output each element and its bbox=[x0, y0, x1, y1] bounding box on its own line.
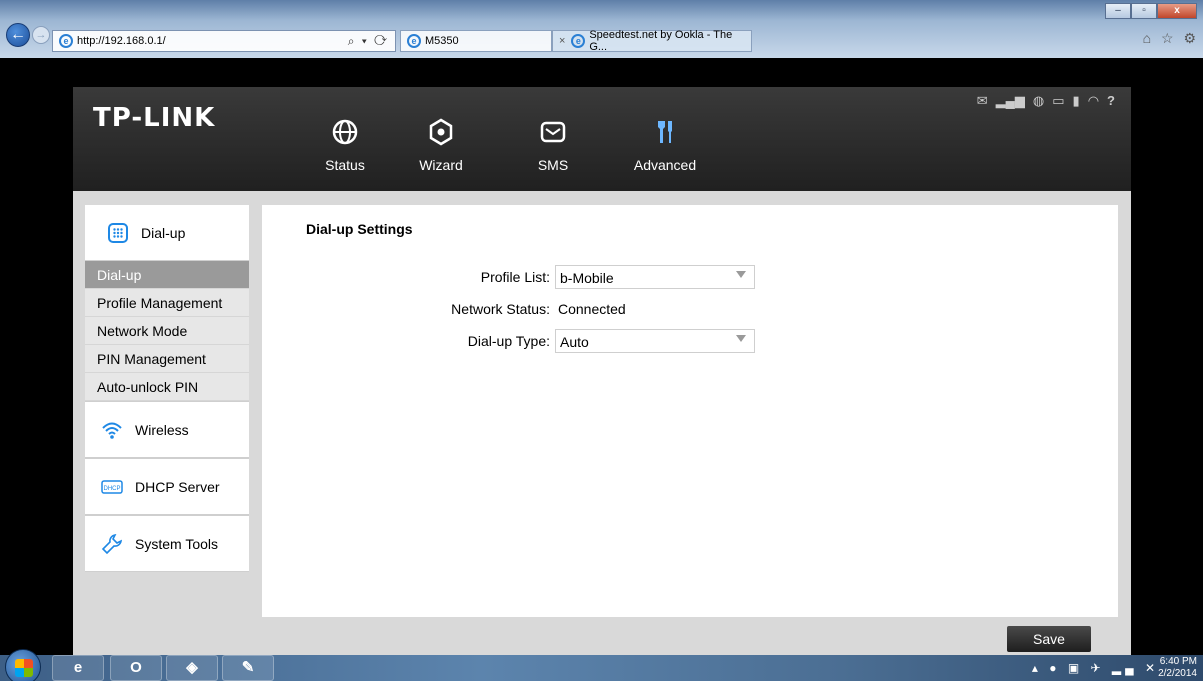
dialup-type-select[interactable]: Auto bbox=[555, 329, 755, 353]
wizard-icon bbox=[429, 118, 453, 146]
tab-speedtest[interactable]: × e Speedtest.net by Ookla - The G... bbox=[552, 29, 752, 53]
brand-logo: TP-LINK bbox=[93, 103, 216, 133]
envelope-icon: ✉ bbox=[976, 93, 988, 108]
nav-label: Wizard bbox=[419, 157, 463, 173]
globe-icon bbox=[332, 119, 358, 145]
help-icon[interactable]: ? bbox=[1107, 93, 1115, 109]
dialup-type-row: Dial-up Type: Auto bbox=[262, 329, 862, 353]
network-status-row: Network Status: Connected bbox=[262, 297, 862, 321]
status-icons: ✉ ▂▄▆ ◍ ▭ ▮ ◠ ? bbox=[977, 93, 1115, 109]
maximize-button[interactable]: ▫ bbox=[1131, 3, 1157, 19]
system-tray[interactable]: ▴ ● ▣ ✈ ▂▄ ✕ bbox=[1032, 661, 1159, 675]
nav-label: Advanced bbox=[633, 157, 697, 173]
dialup-type-value: Auto bbox=[560, 334, 589, 350]
tab-title: M5350 bbox=[425, 35, 459, 47]
nav-label: Status bbox=[325, 157, 365, 173]
router-header: TP-LINK ✉ ▂▄▆ ◍ ▭ ▮ ◠ ? Status Wizard SM… bbox=[73, 87, 1131, 191]
sidebar-item-network-mode[interactable]: Network Mode bbox=[85, 317, 249, 345]
start-button[interactable] bbox=[5, 649, 41, 681]
tools-icon bbox=[658, 121, 672, 143]
address-url: http://192.168.0.1/ bbox=[77, 35, 166, 47]
signal-icon: ▂▄▆ bbox=[995, 93, 1025, 108]
content-area: Dial-up Dial-up Profile Management Netwo… bbox=[73, 191, 1131, 657]
windows-logo-icon bbox=[15, 659, 33, 677]
nav-label: SMS bbox=[537, 157, 569, 173]
sidebar-group-label: Dial-up bbox=[141, 224, 186, 241]
sidebar-item-dialup[interactable]: Dial-up bbox=[85, 261, 249, 289]
envelope-icon bbox=[540, 121, 566, 143]
wifi-icon: ◠ bbox=[1087, 93, 1100, 108]
close-window-button[interactable]: x bbox=[1157, 3, 1197, 19]
screen: ← → e http://192.168.0.1/ ⌕ ▾ ⟳ e M5350 … bbox=[0, 0, 1203, 681]
main-panel: Dial-up Settings Profile List: b-Mobile … bbox=[262, 205, 1118, 617]
taskbar-ie-icon[interactable]: e bbox=[52, 655, 104, 681]
sidebar-group-label: Wireless bbox=[135, 421, 189, 438]
clock-date: 2/2/2014 bbox=[1158, 668, 1197, 679]
taskbar-outlook-icon[interactable]: O bbox=[110, 655, 162, 681]
ie-tab-icon: e bbox=[407, 34, 421, 48]
sim-icon: ▮ bbox=[1072, 93, 1080, 108]
sidebar-group-dhcp-server[interactable]: DHCP DHCP Server bbox=[85, 458, 249, 515]
dhcp-icon: DHCP bbox=[101, 479, 123, 494]
ie-page-icon: e bbox=[59, 34, 73, 48]
profile-list-label: Profile List: bbox=[480, 269, 550, 285]
tab-m5350[interactable]: e M5350 bbox=[400, 30, 552, 52]
page-title: Dial-up Settings bbox=[306, 221, 413, 237]
ie-tab-icon: e bbox=[571, 34, 586, 48]
nav-advanced[interactable]: Advanced bbox=[609, 117, 721, 173]
sidebar-group-label: DHCP Server bbox=[135, 478, 220, 495]
sidebar-group-dialup[interactable]: Dial-up bbox=[85, 205, 249, 261]
sidebar-group-system-tools[interactable]: System Tools bbox=[85, 515, 249, 572]
save-button[interactable]: Save bbox=[1007, 626, 1091, 652]
window-controls: – ▫ x bbox=[1105, 3, 1197, 19]
clock[interactable]: 6:40 PM 2/2/2014 bbox=[1158, 656, 1197, 680]
wrench-icon bbox=[101, 533, 123, 554]
minimize-button[interactable]: – bbox=[1105, 3, 1131, 19]
close-tab-icon[interactable]: × bbox=[559, 35, 565, 47]
favorites-icons[interactable]: ⌂ ☆ ⚙ bbox=[1143, 30, 1199, 47]
tab-title: Speedtest.net by Ookla - The G... bbox=[589, 29, 733, 53]
network-status-label: Network Status: bbox=[451, 301, 550, 317]
dhcp-icon-text: DHCP bbox=[103, 486, 120, 492]
chevron-down-icon bbox=[736, 335, 746, 342]
sidebar-group-label: System Tools bbox=[135, 535, 218, 552]
chevron-down-icon bbox=[736, 271, 746, 278]
address-bar[interactable]: e http://192.168.0.1/ ⌕ ▾ ⟳ bbox=[52, 30, 396, 52]
battery-icon: ▭ bbox=[1052, 93, 1065, 108]
sidebar: Dial-up Dial-up Profile Management Netwo… bbox=[85, 205, 249, 572]
nav-sms[interactable]: SMS bbox=[497, 117, 609, 173]
taskbar-security-icon[interactable]: ◈ bbox=[166, 655, 218, 681]
forward-button[interactable]: → bbox=[32, 26, 50, 44]
clock-time: 6:40 PM bbox=[1159, 656, 1197, 667]
sidebar-item-pin-management[interactable]: PIN Management bbox=[85, 345, 249, 373]
network-status-value: Connected bbox=[558, 301, 626, 317]
nav-status[interactable]: Status bbox=[305, 117, 385, 173]
main-nav: Status Wizard SMS Advanced bbox=[305, 117, 721, 173]
profile-list-value: b-Mobile bbox=[560, 270, 614, 286]
browser-toolbar: ← → e http://192.168.0.1/ ⌕ ▾ ⟳ e M5350 … bbox=[0, 0, 1203, 58]
sidebar-group-wireless[interactable]: Wireless bbox=[85, 401, 249, 458]
back-button[interactable]: ← bbox=[6, 23, 30, 47]
profile-list-row: Profile List: b-Mobile bbox=[262, 265, 862, 289]
router-page: TP-LINK ✉ ▂▄▆ ◍ ▭ ▮ ◠ ? Status Wizard SM… bbox=[73, 87, 1131, 657]
nav-wizard[interactable]: Wizard bbox=[385, 117, 497, 173]
sidebar-item-auto-unlock-pin[interactable]: Auto-unlock PIN bbox=[85, 373, 249, 401]
profile-list-select[interactable]: b-Mobile bbox=[555, 265, 755, 289]
keypad-icon bbox=[108, 222, 128, 243]
wifi-icon bbox=[102, 422, 122, 439]
dialup-type-label: Dial-up Type: bbox=[467, 333, 550, 349]
taskbar-paint-icon[interactable]: ✎ bbox=[222, 655, 274, 681]
address-tools[interactable]: ⌕ ▾ ⟳ bbox=[348, 34, 395, 49]
globe-icon: ◍ bbox=[1032, 93, 1045, 108]
taskbar: e O ◈ ✎ ▴ ● ▣ ✈ ▂▄ ✕ 6:40 PM 2/2/2014 bbox=[0, 649, 1203, 681]
sidebar-item-profile-management[interactable]: Profile Management bbox=[85, 289, 249, 317]
